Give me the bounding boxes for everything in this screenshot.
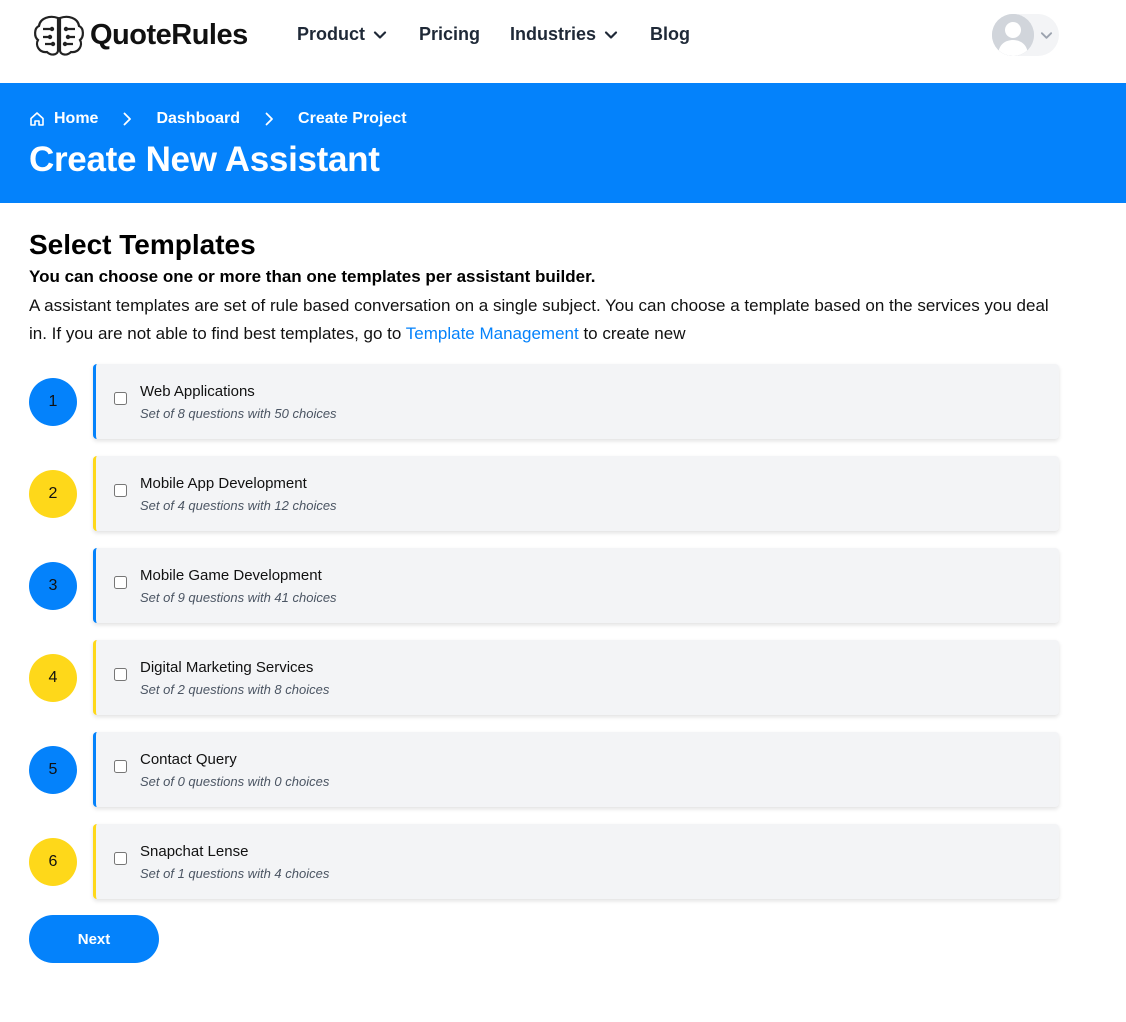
template-checkbox[interactable] [114, 484, 127, 497]
section-subhead: You can choose one or more than one temp… [29, 267, 596, 286]
template-number-badge: 6 [29, 838, 77, 886]
next-button[interactable]: Next [29, 915, 159, 963]
nav-product[interactable]: Product [297, 24, 387, 45]
nav-product-label: Product [297, 24, 366, 44]
nav-industries-label: Industries [510, 24, 597, 44]
user-menu[interactable] [992, 14, 1059, 56]
template-name: Mobile App Development [140, 475, 307, 492]
breadcrumb-home[interactable]: Home [29, 110, 98, 128]
template-summary: Set of 8 questions with 50 choices [140, 406, 337, 421]
template-row: 4 Digital Marketing Services Set of 2 qu… [29, 640, 1059, 716]
template-name: Web Applications [140, 383, 255, 400]
top-navbar: QuoteRules Product Pricing Industries Bl… [0, 0, 1126, 83]
section-description: A assistant templates are set of rule ba… [29, 292, 1059, 348]
nav-pricing[interactable]: Pricing [419, 24, 480, 45]
section-title: Select Templates [29, 229, 256, 260]
nav-blog[interactable]: Blog [650, 24, 690, 45]
nav-pricing-label: Pricing [419, 24, 481, 44]
chevron-down-icon [1040, 31, 1053, 39]
brain-logo-icon [34, 15, 84, 56]
template-row: 1 Web Applications Set of 8 questions wi… [29, 364, 1059, 440]
chevron-right-icon [265, 112, 273, 126]
template-card[interactable]: Snapchat Lense Set of 1 questions with 4… [93, 824, 1059, 899]
template-summary: Set of 2 questions with 8 choices [140, 682, 330, 697]
breadcrumb: Home Dashboard Create Project [29, 110, 407, 128]
template-name: Digital Marketing Services [140, 659, 314, 676]
template-card[interactable]: Contact Query Set of 0 questions with 0 … [93, 732, 1059, 807]
description-text-end: to create new [583, 324, 686, 343]
chevron-down-icon [373, 30, 387, 39]
page-title: Create New Assistant [29, 140, 380, 179]
template-list: 1 Web Applications Set of 8 questions wi… [29, 364, 1059, 916]
template-name: Contact Query [140, 751, 237, 768]
template-checkbox[interactable] [114, 576, 127, 589]
template-number-badge: 2 [29, 470, 77, 518]
template-number-badge: 1 [29, 378, 77, 426]
breadcrumb-dashboard[interactable]: Dashboard [156, 110, 240, 128]
nav-industries[interactable]: Industries [510, 24, 618, 45]
chevron-right-icon [124, 112, 132, 126]
template-summary: Set of 0 questions with 0 choices [140, 774, 330, 789]
breadcrumb-create-project[interactable]: Create Project [298, 110, 407, 128]
template-checkbox[interactable] [114, 760, 127, 773]
user-avatar-icon [992, 14, 1034, 56]
page-header: Home Dashboard Create Project Create New… [0, 83, 1126, 203]
template-row: 3 Mobile Game Development Set of 9 quest… [29, 548, 1059, 624]
template-number-badge: 3 [29, 562, 77, 610]
template-row: 6 Snapchat Lense Set of 1 questions with… [29, 824, 1059, 900]
template-summary: Set of 1 questions with 4 choices [140, 866, 330, 881]
template-summary: Set of 4 questions with 12 choices [140, 498, 337, 513]
brand-name: QuoteRules [90, 18, 248, 51]
template-name: Mobile Game Development [140, 567, 322, 584]
template-checkbox[interactable] [114, 392, 127, 405]
template-name: Snapchat Lense [140, 843, 249, 860]
template-number-badge: 5 [29, 746, 77, 794]
brand-logo[interactable]: QuoteRules [32, 13, 248, 57]
template-card[interactable]: Digital Marketing Services Set of 2 ques… [93, 640, 1059, 715]
template-checkbox[interactable] [114, 852, 127, 865]
template-checkbox[interactable] [114, 668, 127, 681]
nav-blog-label: Blog [650, 24, 690, 44]
chevron-down-icon [604, 30, 618, 39]
template-card[interactable]: Mobile Game Development Set of 9 questio… [93, 548, 1059, 623]
template-management-link[interactable]: Template Management [406, 324, 579, 343]
template-number-badge: 4 [29, 654, 77, 702]
template-row: 2 Mobile App Development Set of 4 questi… [29, 456, 1059, 532]
template-row: 5 Contact Query Set of 0 questions with … [29, 732, 1059, 808]
avatar [992, 14, 1034, 56]
template-summary: Set of 9 questions with 41 choices [140, 590, 337, 605]
template-card[interactable]: Mobile App Development Set of 4 question… [93, 456, 1059, 531]
template-card[interactable]: Web Applications Set of 8 questions with… [93, 364, 1059, 439]
home-icon [30, 112, 44, 126]
breadcrumb-home-label: Home [54, 110, 99, 127]
